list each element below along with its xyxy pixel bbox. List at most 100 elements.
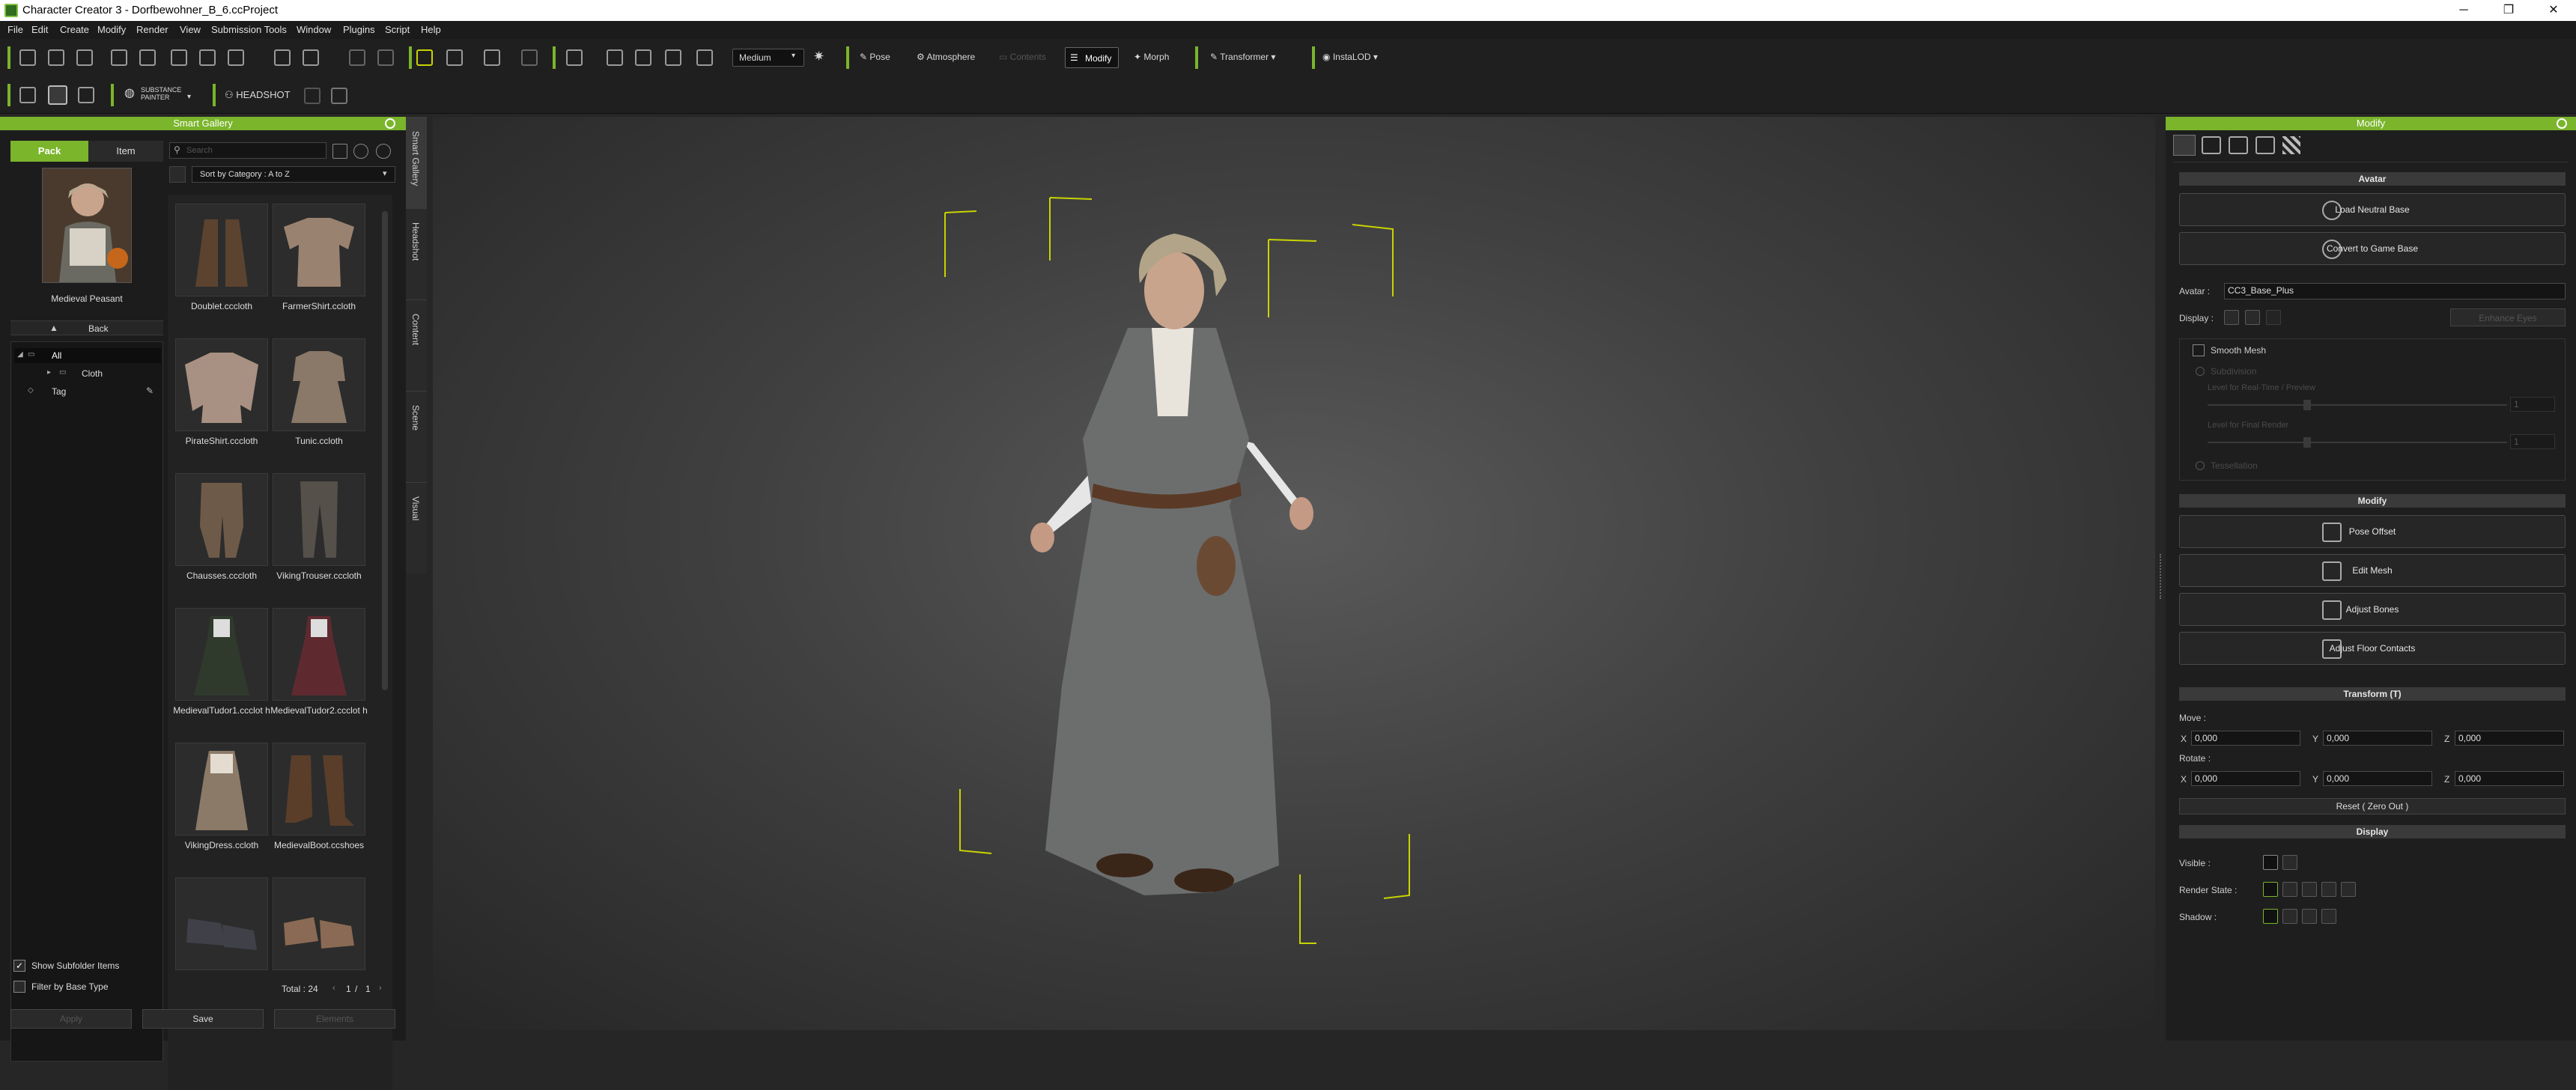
view-toggle-icon[interactable] xyxy=(169,166,186,183)
side-tab-content[interactable]: Content xyxy=(406,299,427,391)
pack-thumbnail[interactable] xyxy=(42,168,132,283)
rotate-z-field[interactable]: 0,000 xyxy=(2455,771,2564,786)
pose-button[interactable]: ✎ Pose xyxy=(860,52,890,62)
avatar-section-header[interactable]: Avatar xyxy=(2179,172,2566,186)
side-tab-headshot[interactable]: Headshot xyxy=(406,208,427,299)
screenshot-icon[interactable] xyxy=(228,49,244,66)
shadow-receive-icon[interactable] xyxy=(2302,909,2317,924)
render-shaded-icon[interactable] xyxy=(2263,882,2278,897)
display-eye-icon[interactable] xyxy=(2245,310,2260,325)
transformer-button[interactable]: ✎ Transformer ▾ xyxy=(1210,52,1275,62)
menu-submission-tools[interactable]: Submission Tools xyxy=(211,24,287,35)
maximize-button[interactable]: ❐ xyxy=(2486,1,2531,19)
panel-close-icon[interactable] xyxy=(385,118,395,129)
tree-item-tag[interactable]: ◇ Tag ✎ xyxy=(14,384,161,399)
gallery-scrollbar[interactable] xyxy=(382,211,388,690)
reset-zero-out-button[interactable]: Reset ( Zero Out ) xyxy=(2179,798,2566,815)
import-icon[interactable] xyxy=(111,49,127,66)
minimize-button[interactable]: ─ xyxy=(2441,1,2486,19)
search-input[interactable]: ⚲ Search xyxy=(169,142,326,159)
render-icon[interactable] xyxy=(199,49,216,66)
menu-plugins[interactable]: Plugins xyxy=(343,24,375,35)
load-neutral-base-button[interactable]: Load Neutral Base xyxy=(2179,193,2566,226)
menu-script[interactable]: Script xyxy=(385,24,410,35)
menu-create[interactable]: Create xyxy=(60,24,89,35)
tessellation-radio[interactable] xyxy=(2196,461,2205,470)
paint-tool-icon[interactable] xyxy=(48,85,67,105)
prev-page-icon[interactable]: ‹ xyxy=(332,984,335,993)
home-icon[interactable] xyxy=(566,49,583,66)
rotate-y-field[interactable]: 0,000 xyxy=(2323,771,2432,786)
tree-item-all[interactable]: ◢ ▭ All xyxy=(14,348,161,363)
scale-icon[interactable] xyxy=(521,49,538,66)
quality-dropdown[interactable]: Medium ▾ xyxy=(732,49,804,67)
back-button[interactable]: ▲ Back xyxy=(10,320,163,335)
undo-icon[interactable] xyxy=(349,49,365,66)
menu-file[interactable]: File xyxy=(7,24,23,35)
side-tab-visual[interactable]: Visual xyxy=(406,482,427,573)
menu-render[interactable]: Render xyxy=(136,24,168,35)
chevron-down-icon[interactable]: ▾ xyxy=(187,93,191,101)
new-file-icon[interactable] xyxy=(19,49,36,66)
brush-icon[interactable] xyxy=(19,87,36,103)
options-icon[interactable] xyxy=(376,144,391,159)
3d-viewport[interactable] xyxy=(433,117,2155,1030)
tab-modify-icon[interactable] xyxy=(2173,135,2196,156)
move-y-field[interactable]: 0,000 xyxy=(2323,731,2432,746)
frame-icon[interactable] xyxy=(607,49,623,66)
fit-icon[interactable] xyxy=(665,49,681,66)
tab-pose-icon[interactable] xyxy=(2202,136,2221,154)
modify-section-header[interactable]: Modify xyxy=(2179,494,2566,508)
instalod-button[interactable]: ◉ InstaLOD ▾ xyxy=(1322,52,1378,62)
final-level-slider[interactable] xyxy=(2208,442,2507,443)
side-tab-smart-gallery[interactable]: Smart Gallery xyxy=(406,117,427,208)
tab-pack[interactable]: Pack xyxy=(10,141,88,162)
final-level-field[interactable]: 1 xyxy=(2510,434,2555,449)
enhance-eyes-button[interactable]: Enhance Eyes xyxy=(2450,308,2566,326)
move-z-field[interactable]: 0,000 xyxy=(2455,731,2564,746)
render-xray-icon[interactable] xyxy=(2341,882,2356,897)
select-icon[interactable] xyxy=(416,49,433,66)
visible-off-icon[interactable] xyxy=(2282,855,2297,870)
move-icon[interactable] xyxy=(446,49,463,66)
render-texture-icon[interactable] xyxy=(2282,882,2297,897)
light-icon[interactable]: ✷ xyxy=(813,49,824,64)
realtime-level-slider[interactable] xyxy=(2208,404,2507,406)
shadow-on-icon[interactable] xyxy=(2263,909,2278,924)
headshot-settings-icon[interactable] xyxy=(304,88,321,104)
menu-edit[interactable]: Edit xyxy=(31,24,48,35)
adjust-bones-button[interactable]: Adjust Bones xyxy=(2179,593,2566,626)
close-button[interactable]: ✕ xyxy=(2531,1,2576,19)
elements-button[interactable]: Elements xyxy=(274,1009,395,1029)
display-eyelash-icon[interactable] xyxy=(2266,310,2281,325)
modify-button[interactable]: ☰ Modify xyxy=(1065,47,1119,68)
shadow-cast-icon[interactable] xyxy=(2282,909,2297,924)
filter-base-checkbox[interactable] xyxy=(13,981,25,993)
edit-mesh-button[interactable]: Edit Mesh xyxy=(2179,554,2566,587)
render-wire-icon[interactable] xyxy=(2302,882,2317,897)
next-page-icon[interactable]: › xyxy=(379,984,382,993)
avatar-name-field[interactable]: CC3_Base_Plus xyxy=(2224,283,2566,299)
visible-on-icon[interactable] xyxy=(2263,855,2278,870)
export-icon[interactable] xyxy=(139,49,156,66)
edit-tag-icon[interactable]: ✎ xyxy=(146,386,154,396)
convert-game-base-button[interactable]: Convert to Game Base xyxy=(2179,232,2566,265)
move-x-field[interactable]: 0,000 xyxy=(2191,731,2300,746)
apply-button[interactable]: Apply xyxy=(10,1009,132,1029)
camera-icon[interactable] xyxy=(696,49,713,66)
render-box-icon[interactable] xyxy=(2321,882,2336,897)
shadow-off-icon[interactable] xyxy=(2321,909,2336,924)
show-subfolder-checkbox[interactable]: ✓ xyxy=(13,960,25,972)
headshot-button[interactable]: ⚇ HEADSHOT xyxy=(225,89,291,101)
substance-painter-button[interactable]: SUBSTANCE PAINTER xyxy=(141,86,181,101)
sort-dropdown[interactable]: Sort by Category : A to Z ▾ xyxy=(192,166,395,183)
tree-item-cloth[interactable]: ▸ ▭ Cloth xyxy=(26,366,161,381)
tab-item[interactable]: Item xyxy=(88,141,163,162)
frame-selected-icon[interactable] xyxy=(635,49,651,66)
filter-icon[interactable] xyxy=(332,144,347,159)
tab-texture-icon[interactable] xyxy=(2255,136,2275,154)
display-body-icon[interactable] xyxy=(2224,310,2239,325)
adjust-floor-contacts-button[interactable]: Adjust Floor Contacts xyxy=(2179,632,2566,665)
headshot-head-icon[interactable] xyxy=(331,88,347,104)
send-icon[interactable] xyxy=(171,49,187,66)
